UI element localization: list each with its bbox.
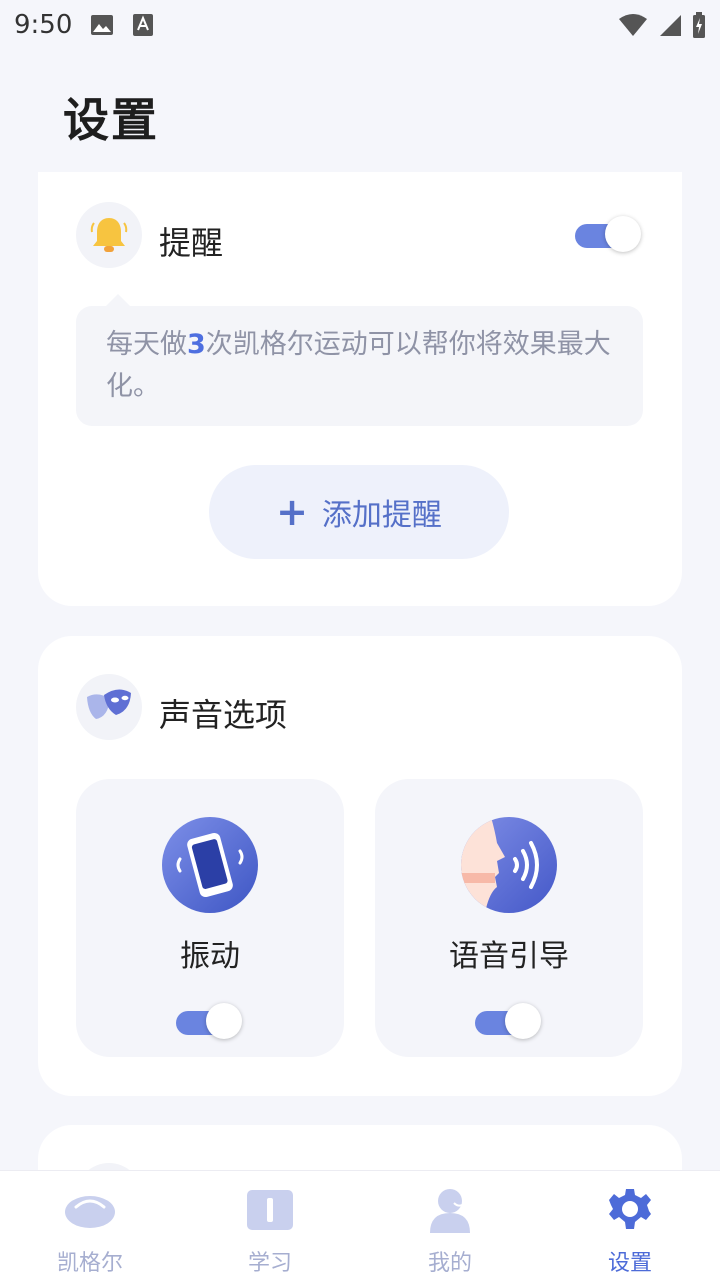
add-reminder-label: 添加提醒 [321, 498, 442, 533]
voice-guide-option[interactable]: 语音引导 [375, 779, 643, 1057]
settings-scroll-area[interactable]: 提醒 每天做3次凯格尔运动可以帮你将效果最大化。 + 添加提醒 声音选项 振动 … [0, 172, 720, 1170]
plus-icon: + [276, 490, 308, 534]
additional-settings-card [38, 1125, 682, 1170]
status-bar: 9:50 [0, 0, 720, 50]
gear-icon [609, 1189, 651, 1229]
voice-guide-toggle[interactable] [475, 1003, 541, 1041]
sound-icon-circle [76, 674, 142, 740]
kegel-icon [65, 1196, 115, 1228]
reminder-card: 提醒 每天做3次凯格尔运动可以帮你将效果最大化。 + 添加提醒 [38, 172, 682, 606]
voice-guide-icon [461, 817, 557, 913]
sound-options-title: 声音选项 [159, 696, 288, 734]
nav-label-profile: 我的 [427, 1251, 472, 1276]
vibration-toggle[interactable] [176, 1003, 242, 1041]
reminder-title: 提醒 [159, 224, 224, 262]
nav-item-kegel[interactable]: 凯格尔 [0, 1171, 180, 1281]
nav-label-settings: 设置 [607, 1251, 652, 1276]
vibration-option[interactable]: 振动 [76, 779, 344, 1057]
reminder-tip-count: 3 [187, 329, 206, 360]
voice-guide-toggle-knob [505, 1003, 541, 1039]
nav-label-kegel: 凯格尔 [56, 1251, 123, 1276]
reminder-tip: 每天做3次凯格尔运动可以帮你将效果最大化。 [76, 294, 643, 426]
bell-icon [90, 218, 128, 252]
page-title: 设置 [63, 93, 159, 147]
reminder-tip-prefix: 每天做 [106, 329, 187, 360]
add-reminder-button[interactable]: + 添加提醒 [209, 465, 509, 559]
user-icon [430, 1189, 470, 1233]
accessibility-a-icon [133, 14, 154, 36]
reminder-icon-circle [76, 202, 142, 268]
wifi-icon [619, 14, 647, 36]
book-icon [247, 1190, 293, 1230]
nav-label-study: 学习 [247, 1251, 292, 1276]
reminder-toggle-knob [605, 216, 641, 252]
vibrating-phone-icon [162, 817, 258, 913]
bottom-navigation: 凯格尔 学习 我的 设置 [0, 1170, 720, 1281]
status-time: 9:50 [14, 10, 73, 40]
nav-item-study[interactable]: 学习 [180, 1171, 360, 1281]
reminder-toggle[interactable] [575, 216, 641, 254]
vibration-toggle-knob [206, 1003, 242, 1039]
additional-settings-icon-circle [76, 1163, 142, 1170]
voice-guide-label: 语音引导 [449, 939, 569, 974]
battery-charging-icon [693, 12, 705, 38]
nav-item-profile[interactable]: 我的 [360, 1171, 540, 1281]
image-icon [91, 15, 114, 35]
cell-signal-icon [660, 15, 681, 36]
nav-item-settings[interactable]: 设置 [540, 1171, 720, 1281]
vibration-label: 振动 [180, 939, 240, 974]
sound-options-card: 声音选项 振动 语音引导 [38, 636, 682, 1096]
mask-icon [87, 689, 131, 719]
